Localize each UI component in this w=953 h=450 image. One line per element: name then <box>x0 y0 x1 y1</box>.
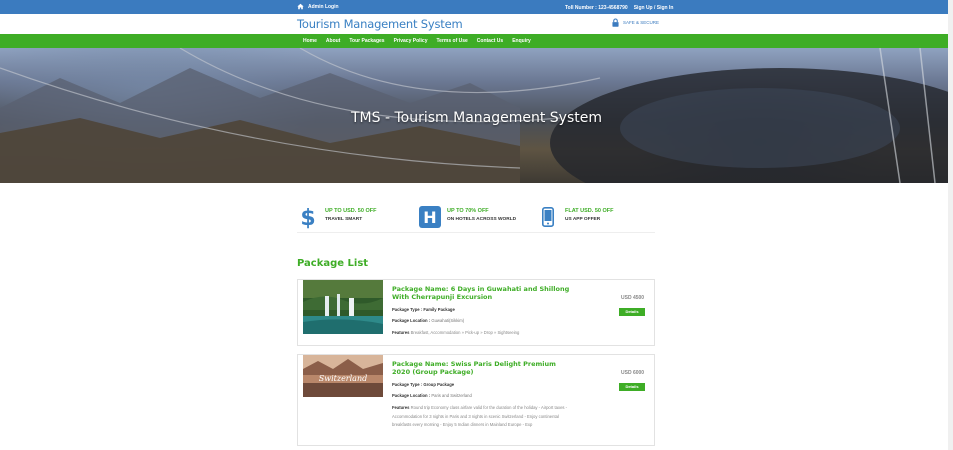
header: Tourism Management System SAFE & SECURE <box>0 14 953 34</box>
toll-number: Toll Number : 123-4568790 <box>565 5 628 11</box>
package-name[interactable]: Package Name: 6 Days in Guwahati and Shi… <box>392 285 572 301</box>
offer-title: UP TO USD. 50 OFF <box>325 208 377 214</box>
package-image[interactable]: Switzerland <box>303 355 383 397</box>
dollar-icon: $ <box>297 205 319 229</box>
offers-strip: $ UP TO USD. 50 OFF TRAVEL SMART H UP TO… <box>297 205 655 233</box>
offer-item: H UP TO 70% OFF ON HOTELS ACROSS WORLD <box>419 205 516 229</box>
package-features: Features Round trip Economy class airfar… <box>392 405 568 427</box>
nav-terms-of-use[interactable]: Terms of Use <box>436 38 467 44</box>
offer-title: UP TO 70% OFF <box>447 208 489 214</box>
nav-tour-packages[interactable]: Tour Packages <box>349 38 384 44</box>
signup-signin-link[interactable]: Sign Up / Sign In <box>634 5 674 11</box>
package-location: Package Location : Guwahati(Sikkim) <box>392 318 465 323</box>
offer-subtitle: TRAVEL SMART <box>325 217 363 222</box>
offer-item: $ UP TO USD. 50 OFF TRAVEL SMART <box>297 205 376 229</box>
offer-item: FLAT USD. 50 OFF US APP OFFER <box>537 205 613 229</box>
package-price: USD 6000 <box>621 370 645 376</box>
package-list-title: Package List <box>297 258 369 269</box>
nav-about[interactable]: About <box>326 38 340 44</box>
site-logo[interactable]: Tourism Management System <box>297 17 463 31</box>
package-image-caption: Switzerland <box>319 374 367 383</box>
page-scrollbar[interactable] <box>948 0 953 450</box>
package-card: Switzerland Package Name: Swiss Paris De… <box>297 354 655 446</box>
package-card: Package Name: 6 Days in Guwahati and Shi… <box>297 279 655 346</box>
package-type: Package Type : Family Package <box>392 307 455 312</box>
nav-contact-us[interactable]: Contact Us <box>477 38 503 44</box>
home-icon <box>297 3 304 10</box>
package-price: USD 4500 <box>621 295 645 301</box>
offer-subtitle: US APP OFFER <box>565 217 601 222</box>
admin-login-label: Admin Login <box>308 3 339 10</box>
package-image[interactable] <box>303 280 383 334</box>
offer-subtitle: ON HOTELS ACROSS WORLD <box>447 217 517 222</box>
lock-icon <box>612 18 619 27</box>
hero-title: TMS - Tourism Management System <box>351 110 602 126</box>
safe-secure-label: SAFE & SECURE <box>623 20 660 25</box>
top-bar: Admin Login Toll Number : 123-4568790 Si… <box>0 0 953 14</box>
safe-secure-badge: SAFE & SECURE <box>612 18 659 27</box>
nav-home[interactable]: Home <box>303 38 317 44</box>
package-info: Package Name: 6 Days in Guwahati and Shi… <box>392 285 572 338</box>
details-button[interactable]: Details <box>619 383 645 391</box>
hotel-icon: H <box>419 205 441 229</box>
nav-enquiry[interactable]: Enquiry <box>512 38 531 44</box>
package-location: Package Location : Paris and Switzerland <box>392 393 472 398</box>
nav-privacy-policy[interactable]: Privacy Policy <box>394 38 428 44</box>
package-name[interactable]: Package Name: Swiss Paris Delight Premiu… <box>392 360 572 376</box>
main-nav: Home About Tour Packages Privacy Policy … <box>0 34 953 48</box>
package-features: Features Breakfast, Accommodation » Pick… <box>392 330 520 335</box>
package-type: Package Type : Group Package <box>392 382 455 387</box>
svg-text:H: H <box>423 208 436 227</box>
mobile-icon <box>537 205 559 229</box>
details-button[interactable]: Details <box>619 308 645 316</box>
offer-title: FLAT USD. 50 OFF <box>565 208 614 214</box>
package-info: Package Name: Swiss Paris Delight Premiu… <box>392 360 572 430</box>
admin-login-link[interactable]: Admin Login <box>297 3 339 10</box>
svg-text:$: $ <box>301 206 315 229</box>
hero-banner: TMS - Tourism Management System <box>0 48 953 183</box>
